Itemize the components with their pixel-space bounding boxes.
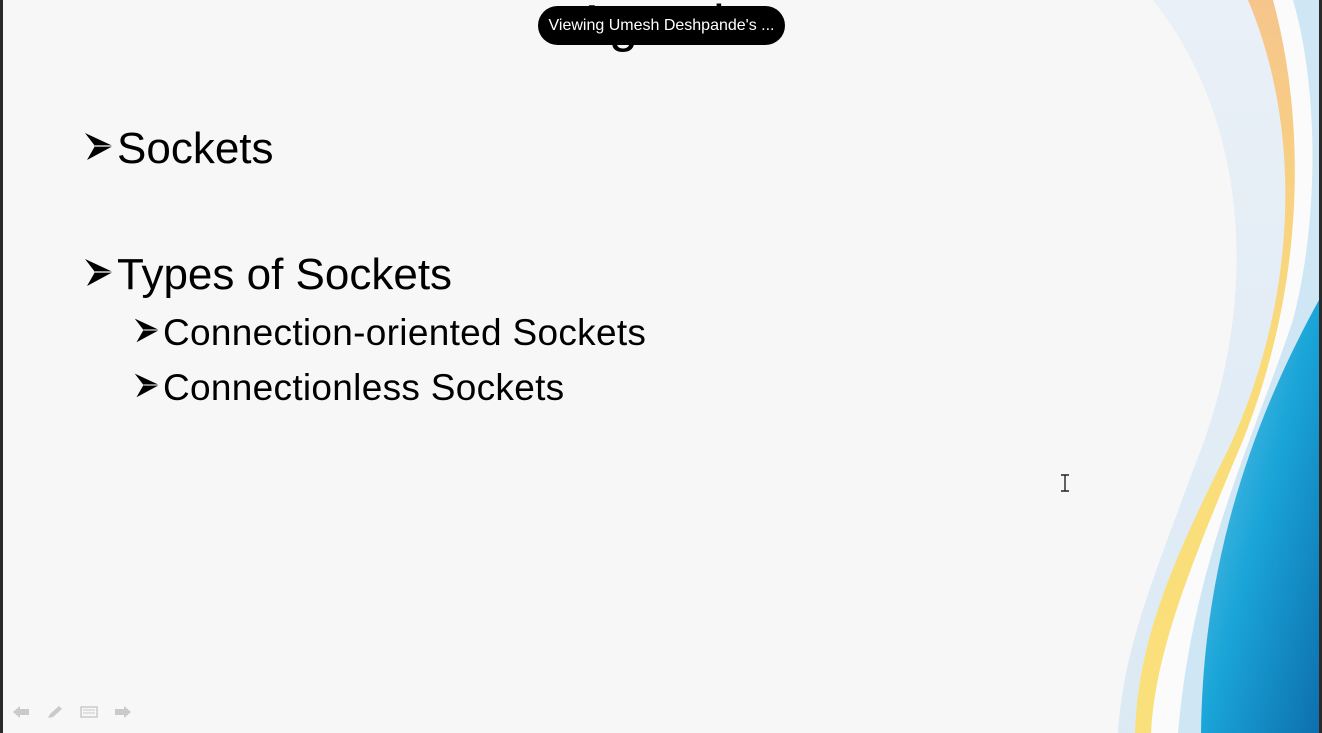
screen-share-banner[interactable]: Viewing Umesh Deshpande's ... [538, 6, 785, 45]
arrow-bullet-icon [133, 312, 161, 354]
sub-bullet-connectionless: Connectionless Sockets [133, 367, 564, 409]
next-slide-icon[interactable] [113, 703, 133, 721]
pen-icon[interactable] [45, 703, 65, 721]
arrow-bullet-icon [83, 250, 115, 300]
slide-canvas: Agenda Sockets Types of Sockets Connecti… [3, 0, 1319, 733]
slideshow-controls [11, 703, 133, 721]
arrow-bullet-icon [133, 367, 161, 409]
bullet-text: Connection-oriented Sockets [163, 312, 647, 353]
bullet-text: Sockets [117, 124, 274, 173]
bullet-text: Connectionless Sockets [163, 367, 565, 408]
bullet-item-types-of-sockets: Types of Sockets [83, 250, 452, 300]
previous-slide-icon[interactable] [11, 703, 31, 721]
bullet-item-sockets: Sockets [83, 124, 274, 174]
text-cursor-icon [1061, 474, 1069, 492]
slide-menu-icon[interactable] [79, 703, 99, 721]
bullet-text: Types of Sockets [117, 250, 453, 299]
sub-bullet-connection-oriented: Connection-oriented Sockets [133, 312, 646, 354]
arrow-bullet-icon [83, 124, 115, 174]
